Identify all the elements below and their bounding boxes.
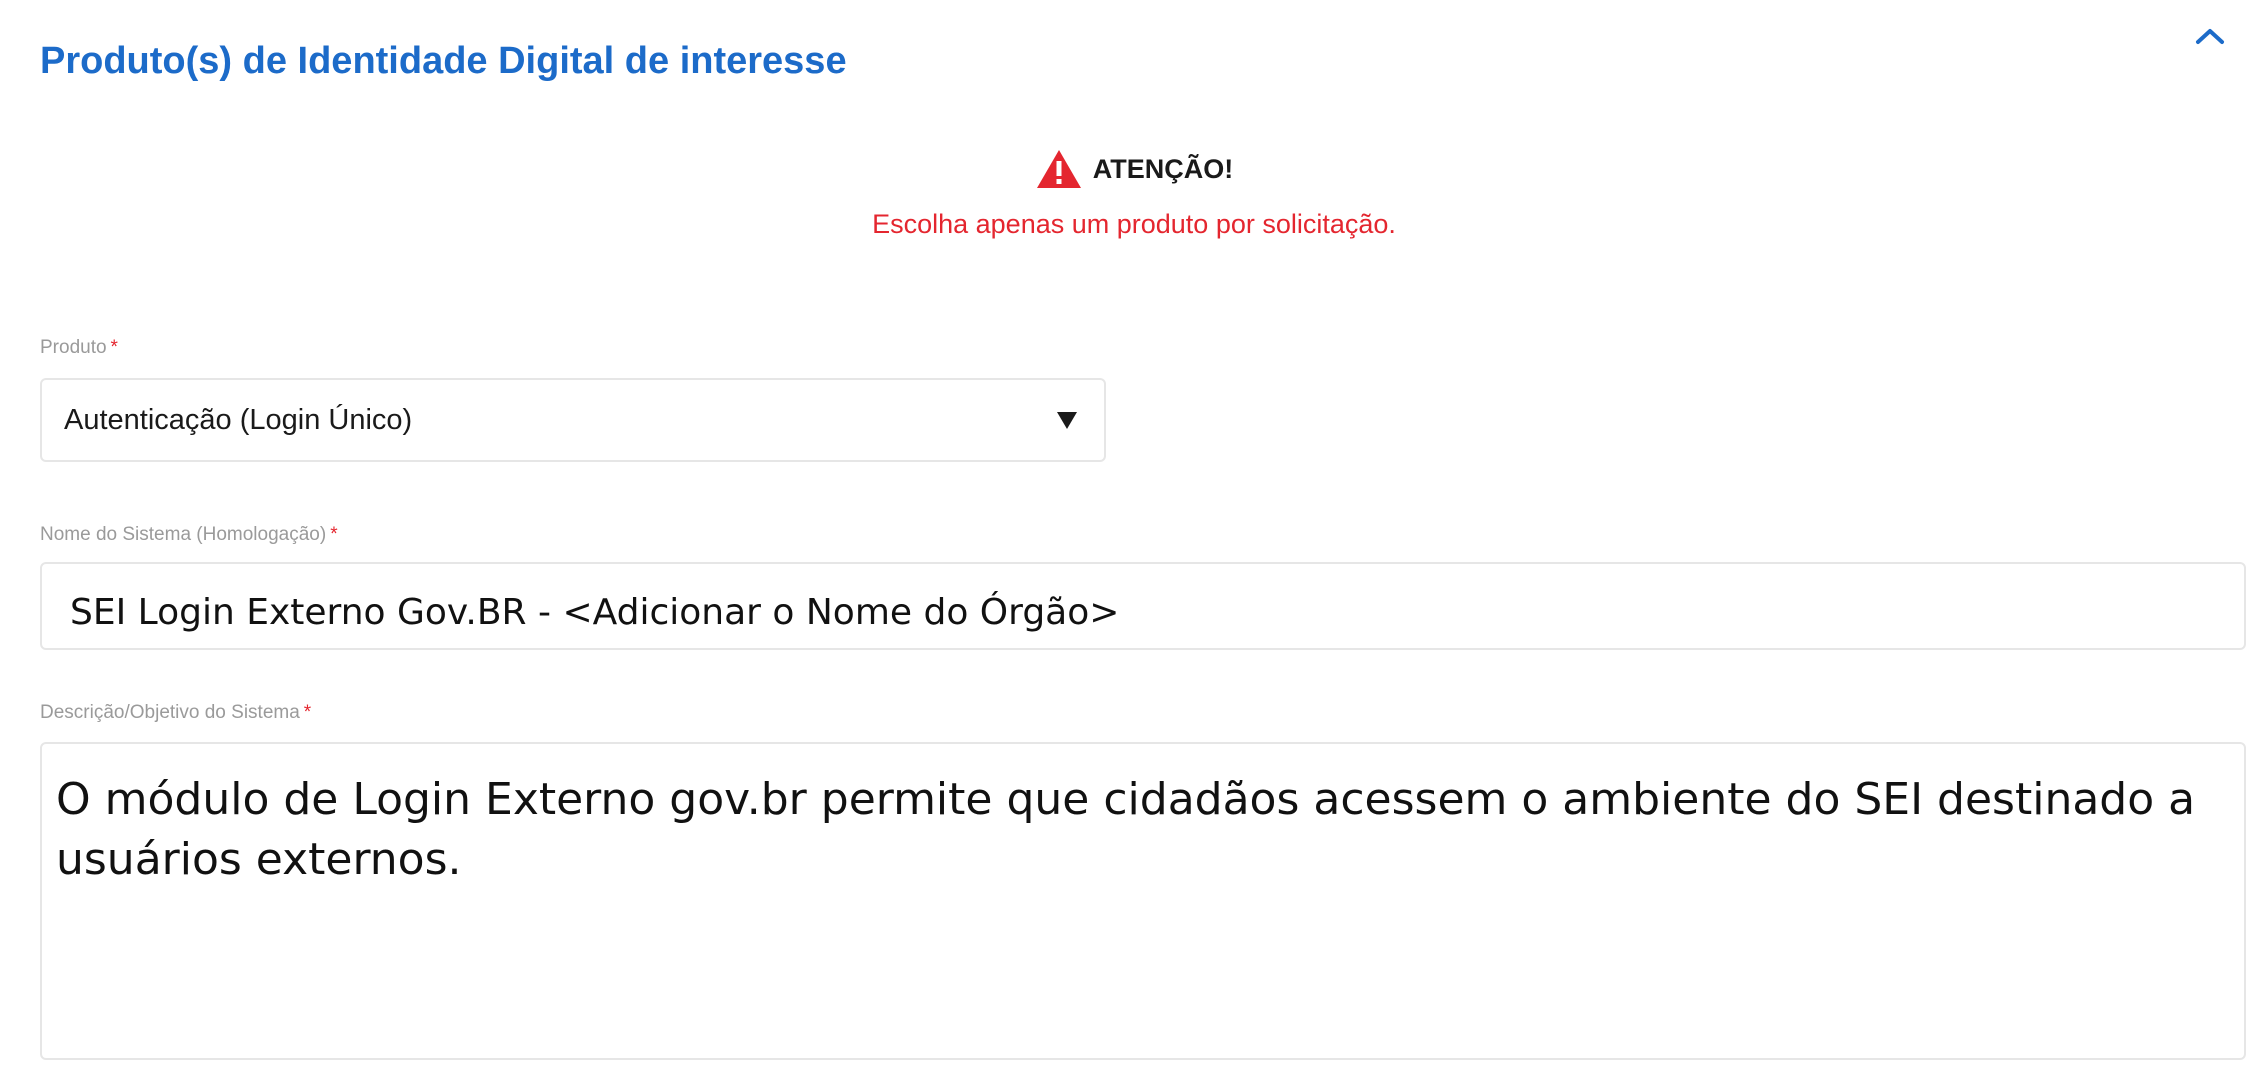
required-mark: * bbox=[330, 524, 338, 545]
description-textarea[interactable]: O módulo de Login Externo gov.br permite… bbox=[40, 742, 2246, 1060]
product-label-text: Produto bbox=[40, 337, 107, 358]
system-name-label: Nome do Sistema (Homologação) * bbox=[40, 524, 338, 546]
warning-notice: ATENÇÃO! Escolha apenas um produto por s… bbox=[0, 148, 2268, 240]
description-value: O módulo de Login Externo gov.br permite… bbox=[56, 774, 2196, 885]
required-mark: * bbox=[110, 337, 118, 358]
product-select[interactable]: Autenticação (Login Único) bbox=[40, 378, 1106, 462]
warning-triangle-icon bbox=[1036, 150, 1081, 188]
dropdown-caret-icon bbox=[1057, 412, 1077, 429]
section-title: Produto(s) de Identidade Digital de inte… bbox=[40, 40, 847, 82]
product-select-value: Autenticação (Login Único) bbox=[64, 404, 413, 436]
system-name-label-text: Nome do Sistema (Homologação) bbox=[40, 524, 327, 545]
description-label-text: Descrição/Objetivo do Sistema bbox=[40, 702, 300, 723]
warning-title: ATENÇÃO! bbox=[1092, 153, 1234, 184]
description-label: Descrição/Objetivo do Sistema * bbox=[40, 702, 311, 724]
warning-message: Escolha apenas um produto por solicitaçã… bbox=[872, 209, 1396, 239]
system-name-input[interactable]: SEI Login Externo Gov.BR - <Adicionar o … bbox=[40, 562, 2246, 650]
system-name-value: SEI Login Externo Gov.BR - <Adicionar o … bbox=[70, 592, 1120, 633]
chevron-up-icon bbox=[2196, 29, 2224, 44]
required-mark: * bbox=[303, 702, 312, 723]
identity-product-section: Produto(s) de Identidade Digital de inte… bbox=[0, 0, 2268, 1088]
collapse-section-button[interactable] bbox=[2190, 18, 2230, 52]
product-label: Produto * bbox=[40, 337, 118, 359]
